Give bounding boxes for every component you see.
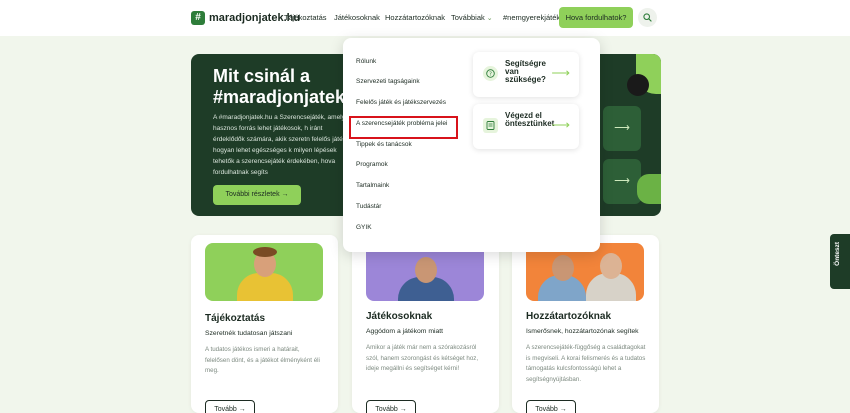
card-text: Amikor a játék már nem a szórakozásról s… — [366, 344, 479, 372]
menu-item-programok[interactable]: Programok — [356, 161, 388, 168]
menu-item-tudastar[interactable]: Tudástár — [356, 203, 381, 210]
search-icon — [643, 13, 652, 22]
info-card-tajekoztatas: Tájékoztatás Szeretnék tudatosan játszan… — [191, 235, 338, 413]
segitseg-label: Segítségre van szüksége? — [505, 59, 546, 84]
decorative-shape — [637, 174, 661, 204]
arrow-right-icon: ⟶ — [614, 175, 630, 187]
segitseg-card[interactable]: ? Segítségre van szüksége? ⟶ — [473, 52, 579, 97]
menu-item-tippek[interactable]: Tippek és tanácsok — [356, 141, 412, 148]
onteszt-card[interactable]: Végezd el önteszt­ünket ⟶ — [473, 104, 579, 149]
logo-hash-icon: # — [191, 11, 205, 25]
hero-text: A #maradjonjatek.hu a Szerencsejáték, am… — [213, 114, 348, 176]
nav-hozzatartozoknak[interactable]: Hozzátartozóknak — [385, 13, 445, 22]
nav-jatekosoknak[interactable]: Játékosoknak — [334, 13, 380, 22]
card-image — [205, 243, 323, 301]
nav-nemgyerekjatek[interactable]: #nemgyerekjáték — [503, 13, 560, 22]
tovabbi-reszletek-button[interactable]: További részletek → — [213, 185, 301, 205]
card-text: A szerencsejáték-függőség a családtagoka… — [526, 344, 646, 383]
menu-item-rolunk[interactable]: Rólunk — [356, 58, 376, 65]
site-header: # maradjonjatek.hu Tájékoztatás Játékoso… — [0, 0, 850, 36]
hero-link-card[interactable]: ⟶ — [603, 106, 641, 151]
search-button[interactable] — [638, 8, 657, 27]
card-title: Játékosoknak — [366, 311, 433, 322]
question-icon: ? — [483, 66, 498, 81]
nav-tajekoztatas[interactable]: Tájékoztatás — [284, 13, 327, 22]
card-title: Tájékoztatás — [205, 313, 266, 324]
menu-item-szervezeti-tagsagaink[interactable]: Szervezeti tagságaink — [356, 78, 420, 85]
nav-tovabbiak-label: Továbbiak — [451, 13, 485, 22]
hova-fordulhatok-button[interactable]: Hova fordulhatok? — [559, 7, 633, 28]
menu-item-gyik[interactable]: GYIK — [356, 224, 372, 231]
side-tab-label: Önteszt — [834, 242, 841, 266]
menu-item-problema-jelei[interactable]: A szerencsejáték probléma jelei — [356, 120, 447, 127]
tovabbiak-dropdown-menu: Rólunk Szervezeti tagságaink Felelős ját… — [343, 38, 600, 252]
nav-tovabbiak[interactable]: Továbbiak ⌄ — [451, 13, 493, 22]
arrow-right-icon: ⟶ — [614, 122, 630, 134]
onteszt-side-tab[interactable]: Önteszt — [830, 234, 850, 289]
card-title: Hozzátartozóknak — [526, 311, 612, 322]
info-card-jatekosoknak: Játékosoknak Aggódom a játékom miatt Ami… — [352, 235, 499, 413]
arrow-right-icon: ⟶ — [551, 65, 570, 80]
chevron-down-icon: ⌄ — [486, 15, 493, 22]
info-card-hozzatartozoknak: Hozzátartozóknak Ismerősnek, hozzátartoz… — [512, 235, 659, 413]
card-subtitle: Ismerősnek, hozzátartozónak segítek — [526, 328, 639, 335]
menu-item-tartalmaink[interactable]: Tartalmaink — [356, 182, 389, 189]
card-subtitle: Aggódom a játékom miatt — [366, 328, 444, 335]
svg-text:?: ? — [489, 72, 492, 78]
onteszt-label: Végezd el önteszt­ünket — [505, 111, 555, 128]
decorative-ball — [627, 74, 649, 96]
tovabb-button[interactable]: Tovább → — [526, 400, 576, 413]
checklist-icon — [483, 118, 498, 133]
card-subtitle: Szeretnék tudatosan játszani — [205, 330, 293, 337]
menu-item-felelos-jatek[interactable]: Felelős játék és játékszervezés — [356, 99, 446, 106]
card-text: A tudatos játékos ismeri a határait, fel… — [205, 346, 320, 374]
hero-link-card[interactable]: ⟶ — [603, 159, 641, 204]
tovabb-button[interactable]: Tovább → — [366, 400, 416, 413]
tovabb-button[interactable]: Tovább → — [205, 400, 255, 413]
arrow-right-icon: ⟶ — [551, 117, 570, 132]
